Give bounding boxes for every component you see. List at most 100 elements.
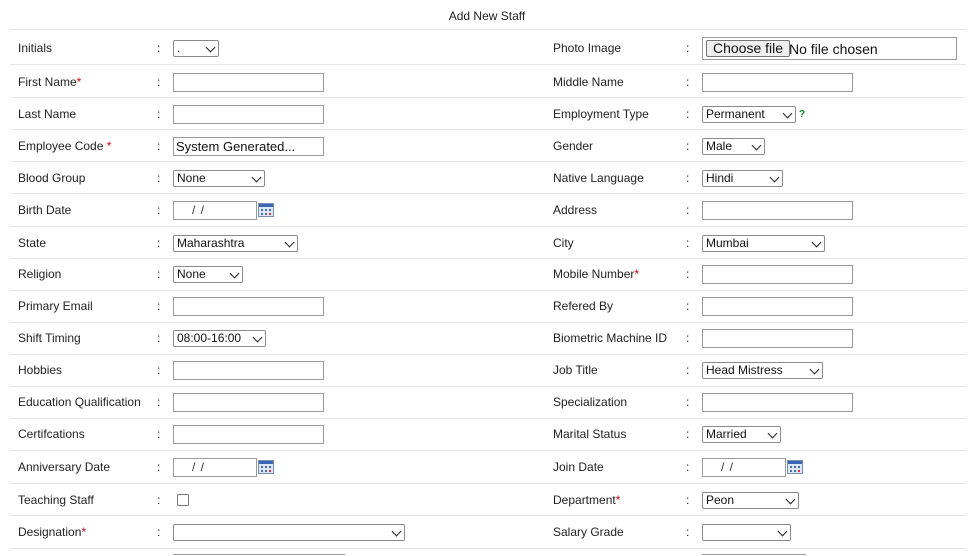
required-mark: * bbox=[76, 75, 82, 89]
colon: : bbox=[686, 493, 690, 507]
colon: : bbox=[157, 267, 161, 281]
colon: : bbox=[157, 493, 161, 507]
employment-type-label: Employment Type bbox=[553, 107, 649, 121]
biometric-machine-id-input[interactable] bbox=[702, 329, 853, 348]
chevron-down-icon bbox=[777, 526, 788, 537]
middle-name-label: Middle Name bbox=[553, 75, 624, 89]
department-select[interactable]: Peon bbox=[702, 492, 799, 509]
middle-name-input[interactable] bbox=[702, 73, 853, 92]
biometric-machine-id-label: Biometric Machine ID bbox=[553, 331, 668, 345]
refered-by-input[interactable] bbox=[702, 297, 853, 316]
department-value: Peon bbox=[706, 493, 735, 507]
photo-image-input[interactable]: Choose file No file chosen bbox=[702, 37, 957, 60]
primary-email-input[interactable] bbox=[173, 297, 324, 316]
native-language-select[interactable]: Hindi bbox=[702, 170, 783, 187]
divider bbox=[10, 97, 966, 98]
divider bbox=[10, 64, 966, 65]
designation-label-text: Designation bbox=[18, 525, 82, 539]
last-name-input[interactable] bbox=[173, 105, 324, 124]
join-date-label: Join Date bbox=[553, 460, 604, 474]
shift-timing-label: Shift Timing bbox=[18, 331, 81, 345]
address-input[interactable] bbox=[702, 201, 853, 220]
calendar-icon[interactable] bbox=[258, 203, 274, 217]
certifications-input[interactable] bbox=[173, 425, 324, 444]
divider bbox=[10, 450, 966, 451]
colon: : bbox=[686, 107, 690, 121]
calendar-icon[interactable] bbox=[787, 460, 803, 474]
job-title-select[interactable]: Head Mistress bbox=[702, 362, 823, 379]
teaching-staff-label: Teaching Staff bbox=[18, 493, 94, 507]
department-label-text: Department bbox=[553, 493, 616, 507]
primary-email-label: Primary Email bbox=[18, 299, 93, 313]
initials-select[interactable]: . bbox=[173, 40, 219, 57]
colon: : bbox=[157, 107, 161, 121]
city-select[interactable]: Mumbai bbox=[702, 235, 825, 252]
employment-type-select[interactable]: Permanent bbox=[702, 106, 796, 123]
job-title-value: Head Mistress bbox=[706, 363, 783, 377]
divider bbox=[10, 418, 966, 419]
colon: : bbox=[157, 41, 161, 55]
colon: : bbox=[686, 139, 690, 153]
teaching-staff-checkbox[interactable] bbox=[177, 494, 189, 506]
religion-label: Religion bbox=[18, 267, 62, 281]
colon: : bbox=[157, 460, 161, 474]
colon: : bbox=[157, 427, 161, 441]
colon: : bbox=[686, 236, 690, 250]
help-icon[interactable]: ? bbox=[799, 109, 805, 120]
refered-by-label: Refered By bbox=[553, 299, 614, 313]
colon: : bbox=[686, 427, 690, 441]
divider bbox=[10, 515, 966, 516]
anniversary-date-input[interactable]: / / bbox=[173, 458, 257, 477]
colon: : bbox=[686, 460, 690, 474]
education-qualification-input[interactable] bbox=[173, 393, 324, 412]
blood-group-select[interactable]: None bbox=[173, 170, 265, 187]
birth-date-input[interactable]: / / bbox=[173, 201, 257, 220]
required-mark: * bbox=[106, 139, 112, 153]
first-name-input[interactable] bbox=[173, 73, 324, 92]
hobbies-input[interactable] bbox=[173, 361, 324, 380]
colon: : bbox=[157, 525, 161, 539]
colon: : bbox=[686, 363, 690, 377]
divider bbox=[10, 129, 966, 130]
chevron-down-icon bbox=[391, 526, 402, 537]
hobbies-label: Hobbies bbox=[18, 363, 63, 377]
state-select[interactable]: Maharashtra bbox=[173, 235, 298, 252]
colon: : bbox=[157, 236, 161, 250]
marital-status-select[interactable]: Married bbox=[702, 426, 781, 443]
religion-select[interactable]: None bbox=[173, 266, 243, 283]
colon: : bbox=[157, 331, 161, 345]
specialization-input[interactable] bbox=[702, 393, 853, 412]
colon: : bbox=[686, 171, 690, 185]
mobile-number-label: Mobile Number* bbox=[553, 267, 639, 281]
employee-code-input[interactable] bbox=[173, 137, 324, 156]
blood-group-value: None bbox=[177, 171, 206, 185]
colon: : bbox=[686, 299, 690, 313]
calendar-icon[interactable] bbox=[258, 460, 274, 474]
mobile-number-input[interactable] bbox=[702, 265, 853, 284]
department-label: Department* bbox=[553, 493, 620, 507]
gender-label: Gender bbox=[553, 139, 594, 153]
employee-code-label-text: Employee Code bbox=[18, 139, 107, 153]
designation-select[interactable] bbox=[173, 524, 405, 541]
address-label: Address bbox=[553, 203, 598, 217]
initials-label: Initials bbox=[18, 41, 53, 55]
divider bbox=[10, 226, 966, 227]
divider bbox=[10, 354, 966, 355]
salary-grade-select[interactable] bbox=[702, 524, 791, 541]
colon: : bbox=[686, 331, 690, 345]
marital-status-label: Marital Status bbox=[553, 427, 627, 441]
join-date-input[interactable]: / / bbox=[702, 458, 786, 477]
divider bbox=[10, 322, 966, 323]
divider bbox=[10, 548, 966, 549]
native-language-value: Hindi bbox=[706, 171, 734, 185]
state-label: State bbox=[18, 236, 47, 250]
gender-select[interactable]: Male bbox=[702, 138, 765, 155]
required-mark: * bbox=[634, 267, 640, 281]
blood-group-label: Blood Group bbox=[18, 171, 86, 185]
required-mark: * bbox=[81, 525, 87, 539]
education-qualification-label: Education Qualification bbox=[18, 395, 141, 409]
specialization-label: Specialization bbox=[553, 395, 628, 409]
colon: : bbox=[157, 171, 161, 185]
shift-timing-select[interactable]: 08:00-16:00 bbox=[173, 330, 266, 347]
choose-file-button[interactable]: Choose file bbox=[706, 40, 791, 57]
